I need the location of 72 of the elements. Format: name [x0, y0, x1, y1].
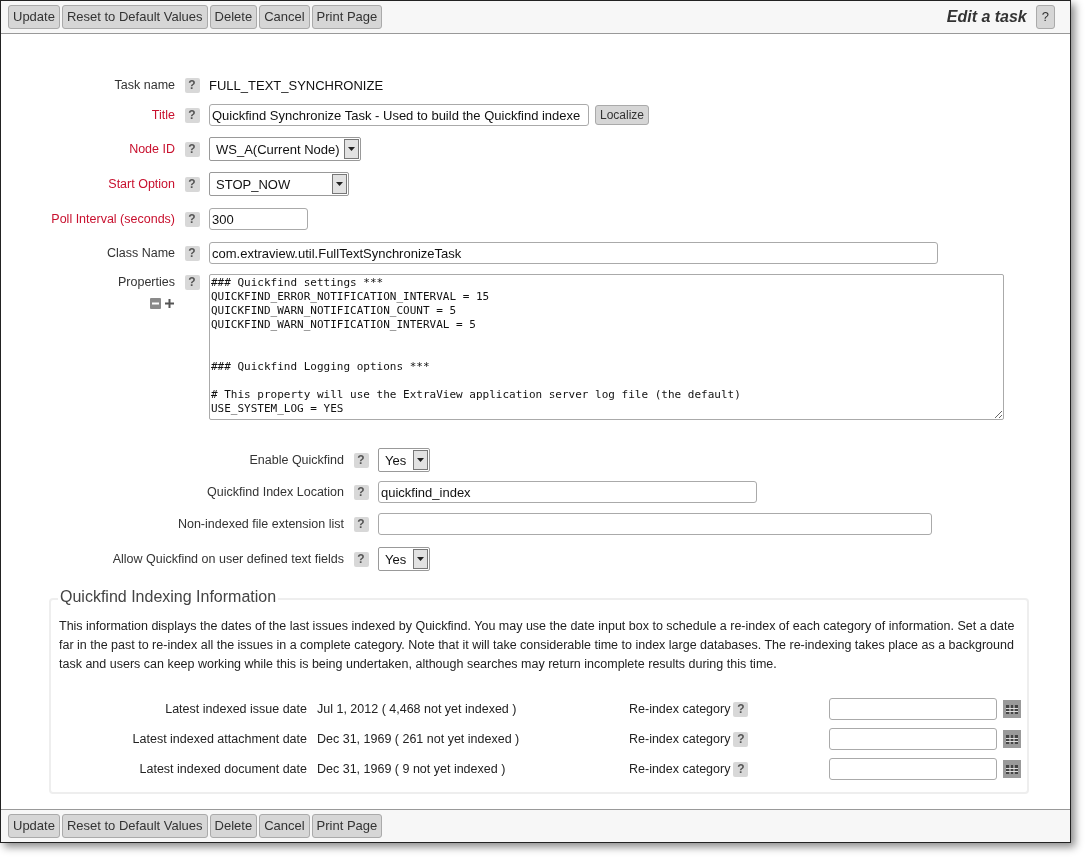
help-icon[interactable]: ? [184, 77, 200, 93]
text-field[interactable]: Quickfind Synchronize Task - Used to build the Quickfind indexe [209, 104, 589, 126]
description-text: This information displays the dates of the last issues indexed by Quickfind. You may use the date input box to schedule a re-index of each category of information. Set a date far in the past to re-index all the issues in a complete category. Note that it will take considerable time to index large databases. The re-indexing takes place as a background task and users can keep working while this is being undertaken, although searches may return incomplete results during this time. [59, 618, 1016, 673]
field-label: Properties [118, 275, 175, 289]
field-label: Poll Interval (seconds) [51, 212, 175, 226]
field-label: Task name [114, 78, 175, 92]
help-button[interactable]: ? [1035, 5, 1055, 29]
field-label: Quickfind Index Location [207, 485, 344, 499]
reindex-label: Re-index category [629, 732, 731, 746]
calendar-icon[interactable] [1003, 700, 1021, 718]
properties-textarea[interactable]: ### Quickfind settings *** QUICKFIND_ERROR_NOTIFICATION_INTERVAL = 15 QUICKFIND_WARN_NOTIFICATION_COUNT = 5 QUICKFIND_WARN_NOTIFICATION_INTERVAL = 5 ### Quickfind Logging options *** # This property will use the ExtraView application server log file (the default) USE_SYSTEM_LOG = YES [209, 274, 1004, 420]
dropdown[interactable]: STOP_NOW [209, 172, 349, 196]
field-label: Non-indexed file extension list [177, 517, 344, 531]
info-value: Dec 31, 1969 ( 9 not yet indexed ) [316, 762, 507, 776]
toolbar-button[interactable]: Reset to Default Values [61, 814, 208, 838]
toolbar-button[interactable]: Reset to Default Values [61, 5, 208, 29]
field-value: FULL_TEXT_SYNCHRONIZE [209, 77, 384, 93]
dropdown[interactable]: Yes [378, 547, 430, 571]
text-field[interactable]: quickfind_index [378, 481, 757, 503]
help-icon[interactable]: ? [353, 551, 369, 567]
help-icon[interactable]: ? [184, 141, 200, 157]
panel-legend: Quickfind Indexing Information [58, 588, 279, 606]
help-icon[interactable]: ? [184, 176, 200, 192]
caret-icon[interactable] [347, 146, 356, 152]
text-field[interactable]: com.extraview.util.FullTextSynchronizeTask [209, 242, 938, 264]
calendar-icon[interactable] [1003, 760, 1021, 778]
field-label: Allow Quickfind on user defined text fields [112, 552, 344, 566]
help-icon[interactable]: ? [184, 245, 200, 261]
help-icon[interactable]: ? [353, 484, 369, 500]
toolbar-button[interactable]: Cancel [259, 5, 310, 29]
dropdown[interactable]: WS_A(Current Node) [209, 137, 361, 161]
reindex-label: Re-index category [629, 762, 731, 776]
info-label: Latest indexed document date [138, 762, 307, 776]
date-field[interactable] [829, 758, 997, 780]
dropdown[interactable]: Yes [378, 448, 430, 472]
reindex-label: Re-index category [629, 702, 731, 716]
help-icon[interactable]: ? [184, 211, 200, 227]
text-field[interactable]: 300 [209, 208, 308, 230]
toolbar-button[interactable]: Update [8, 814, 60, 838]
toolbar-button[interactable]: Cancel [259, 814, 310, 838]
plus-icon[interactable] [164, 298, 175, 309]
help-icon[interactable]: ? [353, 452, 369, 468]
help-icon[interactable]: ? [353, 516, 369, 532]
toolbar-button[interactable]: Update [8, 5, 60, 29]
info-value: Jul 1, 2012 ( 4,468 not yet indexed ) [316, 702, 518, 716]
minus-icon[interactable] [150, 298, 161, 309]
help-icon[interactable]: ? [733, 731, 749, 747]
field-label: Start Option [108, 177, 175, 191]
field-label: Node ID [129, 142, 175, 156]
help-icon[interactable]: ? [733, 701, 749, 717]
text-field[interactable] [378, 513, 932, 535]
caret-icon[interactable] [335, 181, 344, 187]
toolbar-button[interactable]: Delete [209, 5, 258, 29]
info-label: Latest indexed issue date [164, 702, 307, 716]
page-title: Edit a task [946, 8, 1027, 26]
field-label: Enable Quickfind [249, 453, 344, 467]
field-label: Title [151, 108, 175, 122]
info-value: Dec 31, 1969 ( 261 not yet indexed ) [316, 732, 521, 746]
help-icon[interactable]: ? [733, 761, 749, 777]
info-label: Latest indexed attachment date [131, 732, 307, 746]
help-icon[interactable]: ? [184, 275, 200, 290]
caret-icon[interactable] [416, 556, 425, 562]
caret-icon[interactable] [416, 457, 425, 463]
calendar-icon[interactable] [1003, 730, 1021, 748]
date-field[interactable] [829, 698, 997, 720]
localize-button[interactable]: Localize [595, 105, 650, 125]
date-field[interactable] [829, 728, 997, 750]
field-label: Class Name [106, 246, 175, 260]
toolbar-button[interactable]: Delete [209, 814, 258, 838]
toolbar-button[interactable]: Print Page [311, 814, 383, 838]
help-icon[interactable]: ? [184, 107, 200, 123]
toolbar-button[interactable]: Print Page [311, 5, 383, 29]
